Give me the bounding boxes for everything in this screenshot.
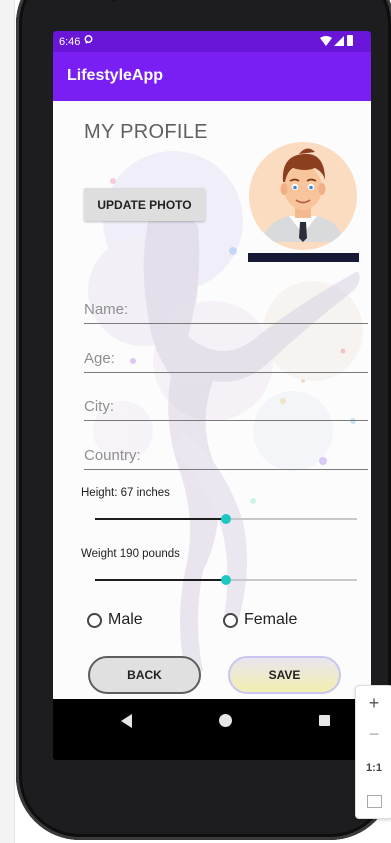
country-field[interactable]	[84, 443, 368, 470]
zoom-controls: + − 1:1	[355, 685, 391, 819]
male-radio[interactable]: Male	[87, 611, 143, 629]
signal-icon	[334, 36, 344, 46]
emulator-side-strip	[0, 0, 15, 843]
age-input[interactable]	[84, 346, 368, 370]
zoom-out-button[interactable]: −	[356, 719, 391, 749]
fit-screen-icon	[366, 794, 382, 808]
weight-label: Weight 190 pounds	[81, 548, 180, 560]
name-field[interactable]	[84, 297, 368, 324]
height-slider-thumb[interactable]	[221, 514, 231, 524]
actual-size-button[interactable]: 1:1	[356, 753, 391, 783]
city-input[interactable]	[84, 394, 368, 418]
age-field[interactable]	[84, 346, 368, 373]
weight-slider[interactable]	[95, 573, 357, 587]
back-button[interactable]: BACK	[88, 656, 201, 694]
device-screen: 6:46 LifestyleApp MY PROFILE UPDATE PHOT…	[53, 31, 371, 760]
nav-home-icon[interactable]	[219, 714, 232, 727]
nav-recents-icon[interactable]	[319, 715, 330, 726]
wifi-icon	[320, 36, 332, 46]
nav-back-icon[interactable]	[121, 714, 132, 728]
profile-avatar[interactable]	[249, 142, 357, 250]
update-photo-button[interactable]: UPDATE PHOTO	[84, 188, 205, 221]
height-slider-track-filled	[95, 518, 226, 520]
fit-screen-button[interactable]	[356, 786, 391, 816]
zoom-in-button[interactable]: +	[356, 688, 391, 718]
female-radio-label: Female	[244, 611, 298, 628]
country-input[interactable]	[84, 443, 368, 467]
female-radio-circle[interactable]	[223, 612, 238, 628]
height-label: Height: 67 inches	[81, 487, 170, 499]
city-field[interactable]	[84, 394, 368, 421]
weight-slider-track-filled	[95, 579, 226, 581]
male-radio-circle[interactable]	[87, 612, 102, 628]
weight-slider-track	[226, 579, 357, 581]
save-button[interactable]: SAVE	[228, 656, 341, 694]
android-nav-bar	[53, 699, 371, 760]
status-bar: 6:46	[53, 31, 371, 52]
phone-frame: 6:46 LifestyleApp MY PROFILE UPDATE PHOT…	[16, 0, 391, 840]
name-input[interactable]	[84, 297, 368, 321]
front-camera-icon	[108, 0, 118, 1]
notification-icon	[84, 35, 93, 44]
app-bar: LifestyleApp	[53, 52, 371, 101]
height-slider-track	[226, 518, 357, 520]
app-title: LifestyleApp	[67, 67, 164, 84]
battery-icon	[347, 35, 353, 46]
profile-screen: MY PROFILE UPDATE PHOTO Name: Age: City:…	[53, 101, 371, 699]
person-avatar-icon	[263, 148, 343, 242]
weight-slider-thumb[interactable]	[221, 575, 231, 585]
male-radio-label: Male	[108, 611, 143, 628]
page-title: MY PROFILE	[84, 121, 208, 143]
height-slider[interactable]	[95, 512, 357, 526]
status-time: 6:46	[59, 36, 81, 48]
avatar-caption-strip	[248, 253, 359, 262]
female-radio[interactable]: Female	[223, 611, 297, 629]
